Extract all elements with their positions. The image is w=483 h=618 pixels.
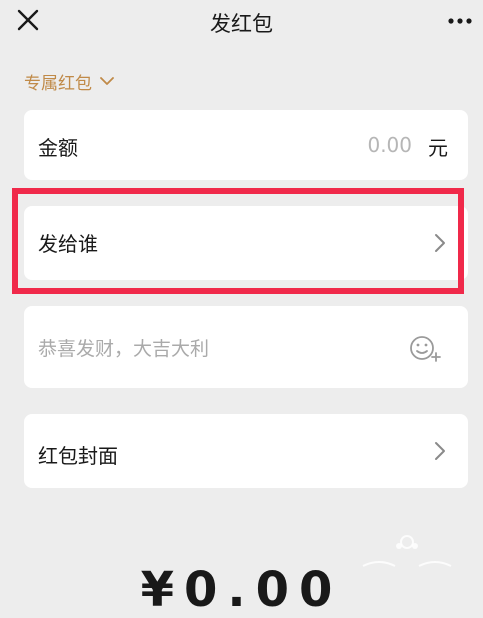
baidu-jingyan-watermark <box>362 535 452 567</box>
message-row[interactable]: 恭喜发财，大吉大利 <box>24 306 468 388</box>
more-dots-icon[interactable] <box>447 9 473 33</box>
chevron-down-icon <box>100 76 114 85</box>
cover-row[interactable]: 红包封面 <box>24 414 468 488</box>
page-title: 发红包 <box>210 12 273 36</box>
cover-label: 红包封面 <box>38 444 118 468</box>
message-input[interactable]: 恭喜发财，大吉大利 <box>38 334 209 361</box>
amount-unit: 元 <box>428 136 448 160</box>
recipient-row[interactable]: 发给谁 <box>24 206 468 280</box>
chevron-right-icon <box>435 234 445 252</box>
amount-input[interactable]: 0.00 <box>367 133 412 157</box>
amount-label: 金额 <box>38 136 78 160</box>
chevron-right-icon <box>435 442 445 460</box>
header-bar: 发红包 <box>0 0 483 46</box>
red-packet-type-label: 专属红包 <box>24 73 92 94</box>
amount-row[interactable]: 金额 0.00 元 <box>24 110 468 180</box>
red-packet-type-select[interactable]: 专属红包 <box>24 68 114 94</box>
recipient-label: 发给谁 <box>38 232 98 256</box>
emoji-add-icon[interactable] <box>408 333 442 363</box>
